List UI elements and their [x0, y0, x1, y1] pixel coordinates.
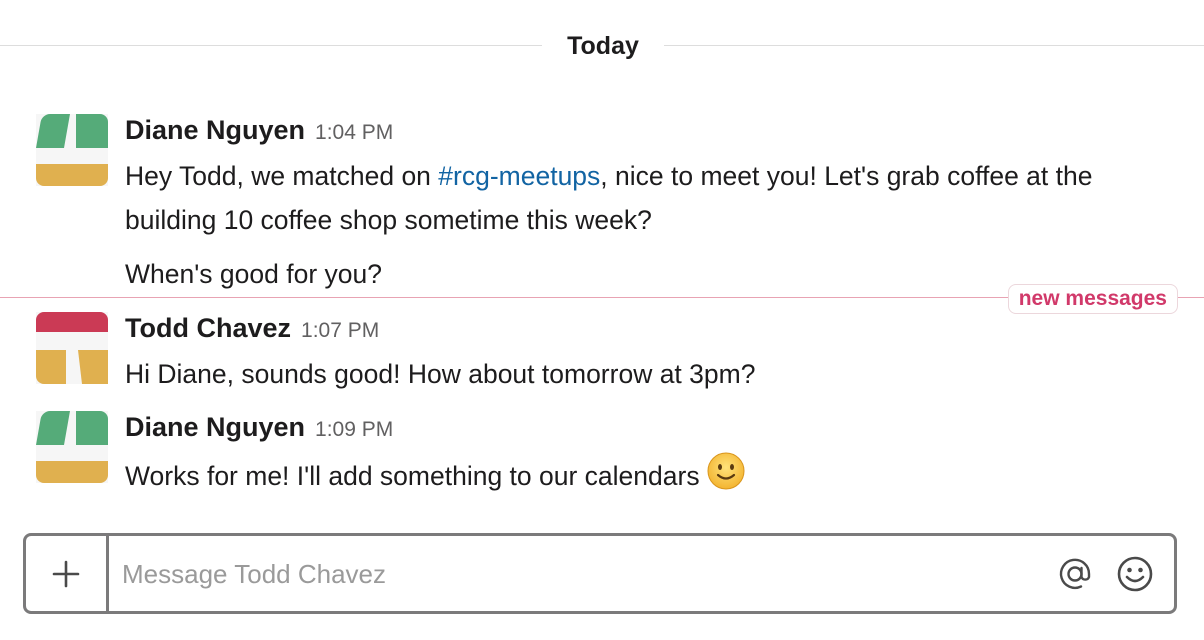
todd-avatar-icon — [36, 312, 108, 384]
avatar[interactable] — [36, 114, 108, 186]
add-attachment-button[interactable] — [26, 536, 109, 611]
message-timestamp[interactable]: 1:09 PM — [315, 418, 393, 441]
message-text: Hey Todd, we matched on #rcg-meetups, ni… — [125, 154, 1185, 296]
divider-line — [0, 45, 542, 46]
message-composer — [23, 533, 1177, 614]
diane-avatar-icon — [36, 114, 108, 186]
message-header: Todd Chavez 1:07 PM — [125, 310, 379, 351]
sender-name[interactable]: Todd Chavez — [125, 313, 291, 343]
plus-icon — [52, 560, 80, 587]
message-timestamp[interactable]: 1:07 PM — [301, 319, 379, 342]
at-sign-icon — [1059, 558, 1091, 590]
message-timestamp[interactable]: 1:04 PM — [315, 121, 393, 144]
sender-name[interactable]: Diane Nguyen — [125, 115, 305, 145]
avatar[interactable] — [36, 312, 108, 384]
diane-avatar-icon — [36, 411, 108, 483]
message-text-segment: Works for me! I'll add something to our … — [125, 461, 700, 491]
message-input[interactable] — [122, 546, 1022, 602]
emoji-picker-button[interactable] — [1116, 555, 1154, 593]
message-paragraph: Hi Diane, sounds good! How about tomorro… — [125, 359, 756, 389]
day-divider-label[interactable]: Today — [542, 31, 664, 61]
message-text-segment: Hey Todd, we matched on — [125, 161, 439, 191]
avatar[interactable] — [36, 411, 108, 483]
slightly-smiling-face-emoji[interactable] — [706, 451, 746, 504]
day-divider: Today — [0, 24, 1204, 68]
smiley-icon — [1117, 556, 1153, 592]
message-header: Diane Nguyen 1:09 PM — [125, 409, 393, 450]
message-paragraph: Hey Todd, we matched on #rcg-meetups, ni… — [125, 154, 1185, 242]
channel-link[interactable]: #rcg-meetups — [438, 161, 600, 191]
new-messages-badge[interactable]: new messages — [1007, 284, 1178, 314]
mention-button[interactable] — [1056, 555, 1094, 593]
message-text: Hi Diane, sounds good! How about tomorro… — [125, 352, 1185, 396]
message-header: Diane Nguyen 1:04 PM — [125, 112, 393, 153]
message-paragraph: Works for me! I'll add something to our … — [125, 451, 1185, 504]
sender-name[interactable]: Diane Nguyen — [125, 412, 305, 442]
conversation-view: Today Diane Nguyen 1:04 PM Hey Todd, we m… — [0, 0, 1204, 640]
message-text: Works for me! I'll add something to our … — [125, 451, 1185, 504]
divider-line — [664, 45, 1204, 46]
